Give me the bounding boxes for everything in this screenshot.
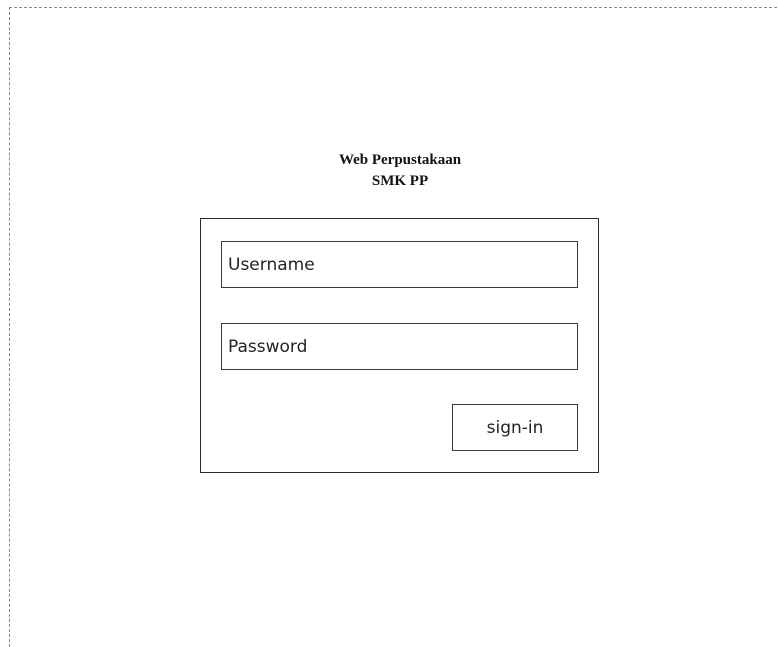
login-form: sign-in	[200, 218, 599, 473]
page-title-line1: Web Perpustakaan	[338, 152, 462, 168]
sign-in-button[interactable]: sign-in	[452, 404, 578, 451]
username-input[interactable]	[221, 241, 578, 288]
password-input[interactable]	[221, 323, 578, 370]
page-title-line2: SMK PP	[371, 173, 429, 189]
page-title: Web Perpustakaan SMK PP	[300, 150, 500, 192]
